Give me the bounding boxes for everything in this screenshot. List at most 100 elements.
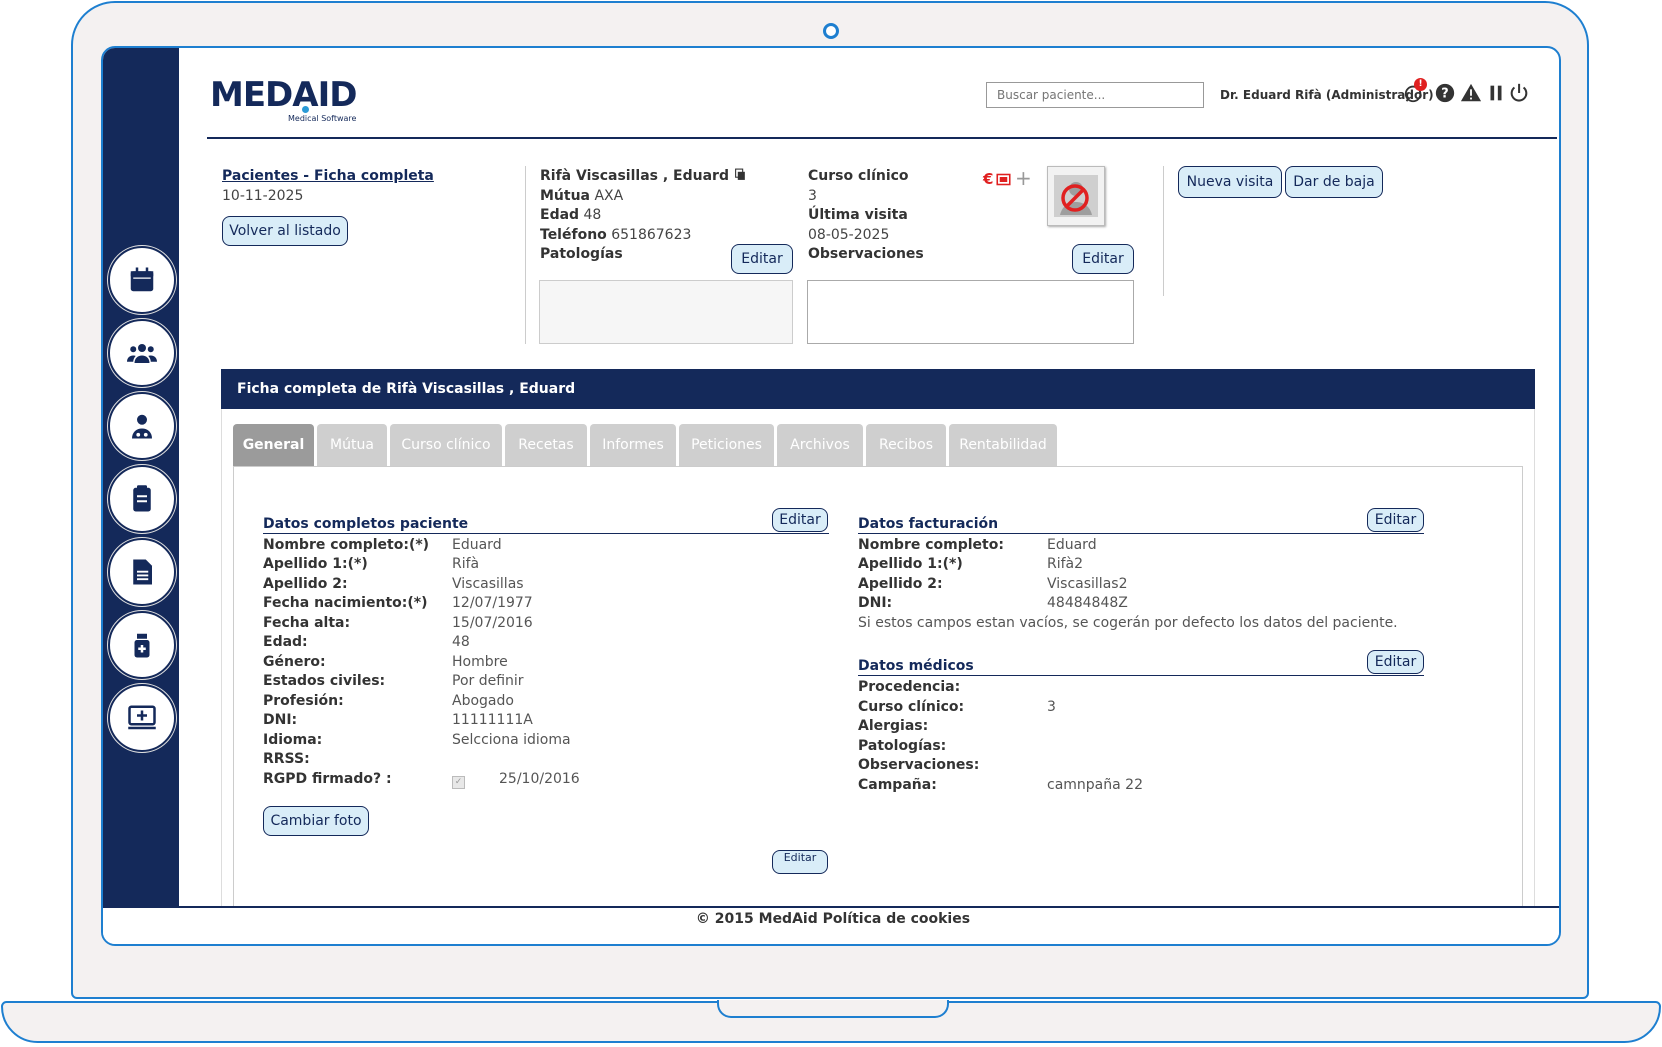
user-name: Dr. Eduard Rifà (Administrador) — [1220, 88, 1434, 102]
change-photo-button[interactable]: Cambiar foto — [263, 806, 369, 836]
edad-row: Edad 48 — [540, 207, 601, 223]
clipboard-icon — [133, 485, 151, 512]
pill-bottle-icon — [134, 633, 150, 658]
telefono-label: Teléfono — [540, 227, 607, 243]
field-label: Fecha alta: — [263, 615, 351, 631]
help-icon[interactable]: ? — [1434, 82, 1456, 104]
tab-peticiones[interactable]: Peticiones — [679, 424, 774, 466]
field-label: DNI: — [263, 712, 298, 728]
field-label: Apellido 1:(*) — [858, 556, 963, 572]
footer-text[interactable]: © 2015 MedAid Política de cookies — [103, 908, 1559, 927]
field-label: Fecha nacimiento:(*) — [263, 595, 428, 611]
field-label: Campaña: — [858, 777, 937, 793]
doctor-nav-button[interactable] — [108, 392, 176, 460]
field-value: Rifà — [452, 556, 480, 572]
edad-value: 48 — [583, 207, 602, 223]
copy-icon[interactable] — [734, 168, 747, 181]
field-label: Apellido 2: — [858, 576, 943, 592]
telemedicine-nav-button[interactable] — [108, 684, 176, 752]
tab-archivos[interactable]: Archivos — [777, 424, 863, 466]
panel-header: Ficha completa de Rifà Viscasillas , Edu… — [221, 369, 1535, 409]
current-date: 10-11-2025 — [222, 188, 304, 204]
field-value: Rifà2 — [1047, 556, 1084, 572]
patologias-textarea[interactable] — [539, 280, 793, 344]
add-plus-icon[interactable]: + — [1015, 166, 1032, 190]
patologias-label: Patologías — [540, 246, 623, 262]
telefono-row: Teléfono 651867623 — [540, 227, 691, 243]
field-label: Observaciones: — [858, 757, 980, 773]
field-value: camnpaña 22 — [1047, 777, 1143, 793]
pause-icon[interactable] — [1485, 82, 1507, 104]
field-label: Apellido 1:(*) — [263, 556, 368, 572]
footer: © 2015 MedAid Política de cookies — [103, 906, 1559, 944]
tab-recibos[interactable]: Recibos — [866, 424, 946, 466]
medication-nav-button[interactable] — [108, 611, 176, 679]
search-input[interactable] — [986, 82, 1204, 108]
rgpd-checkbox[interactable]: ✓ — [452, 776, 465, 789]
power-icon[interactable] — [1508, 82, 1530, 104]
mutua-value: AXA — [594, 188, 624, 204]
field-label: Procedencia: — [858, 679, 961, 695]
field-value: 11111111A — [452, 712, 533, 728]
field-label: RGPD firmado? : — [263, 771, 392, 787]
back-to-list-button[interactable]: Volver al listado — [222, 216, 348, 246]
tab-mutua[interactable]: Mútua — [317, 424, 387, 466]
patients-nav-button[interactable] — [108, 319, 176, 387]
svg-text:?: ? — [1441, 87, 1448, 102]
discharge-button[interactable]: Dar de baja — [1285, 166, 1383, 198]
edit-patient-data-button[interactable]: Editar — [772, 508, 828, 532]
curso-clinico-label: Curso clínico — [808, 168, 909, 184]
section-title-medicos: Datos médicos — [858, 658, 974, 674]
calendar-nav-button[interactable] — [108, 246, 176, 314]
patient-photo[interactable] — [1047, 166, 1105, 226]
brand-logo: MEDAID Medical Software — [210, 75, 357, 123]
new-visit-button[interactable]: Nueva visita — [1178, 166, 1282, 198]
field-label: Estados civiles: — [263, 673, 386, 689]
header-divider — [207, 137, 1557, 139]
field-label: DNI: — [858, 595, 893, 611]
field-value: Hombre — [452, 654, 508, 670]
section-divider — [858, 675, 1424, 676]
field-value: 48 — [452, 634, 470, 650]
observaciones-label: Observaciones — [808, 246, 924, 262]
curso-clinico-value: 3 — [808, 188, 817, 204]
field-label: Alergias: — [858, 718, 929, 734]
documents-nav-button[interactable] — [108, 538, 176, 606]
edad-label: Edad — [540, 207, 580, 223]
invoice-icon — [996, 173, 1011, 185]
edit-patient-button[interactable]: Editar — [731, 244, 793, 274]
camera-icon — [823, 23, 839, 39]
separator — [525, 166, 526, 344]
euro-icon: € — [983, 170, 994, 188]
tab-general[interactable]: General — [233, 424, 314, 466]
field-label: Nombre completo:(*) — [263, 537, 430, 553]
tab-curso-clinico[interactable]: Curso clínico — [390, 424, 502, 466]
observaciones-textarea[interactable] — [807, 280, 1134, 344]
field-value: Por definir — [452, 673, 524, 689]
telefono-value: 651867623 — [611, 227, 692, 243]
brand-name: MEDAID — [210, 75, 357, 115]
patient-name-row: Rifà Viscasillas , Eduard — [540, 168, 747, 184]
whatsapp-icon[interactable]: ! — [1403, 78, 1427, 104]
field-value: 25/10/2016 — [499, 771, 580, 787]
ultima-visita-label: Última visita — [808, 207, 908, 223]
page-title[interactable]: Pacientes - Ficha completa — [222, 168, 434, 184]
edit-observations-button[interactable]: Editar — [1072, 244, 1134, 274]
edit-billing-button[interactable]: Editar — [1367, 508, 1424, 532]
billing-alert[interactable]: € — [983, 170, 1011, 188]
section-title-facturacion: Datos facturación — [858, 516, 999, 532]
section-divider — [263, 533, 829, 534]
tab-recetas[interactable]: Recetas — [505, 424, 587, 466]
tab-rentabilidad[interactable]: Rentabilidad — [949, 424, 1057, 466]
field-label: Curso clínico: — [858, 699, 965, 715]
users-icon — [127, 344, 157, 363]
records-nav-button[interactable] — [108, 465, 176, 533]
tab-informes[interactable]: Informes — [590, 424, 676, 466]
field-label: Edad: — [263, 634, 308, 650]
brand-subtitle: Medical Software — [288, 114, 357, 123]
field-value: 15/07/2016 — [452, 615, 533, 631]
edit-medical-button[interactable]: Editar — [1367, 650, 1424, 674]
edit-partial-button[interactable]: Editar — [772, 850, 828, 874]
warning-icon[interactable] — [1460, 82, 1482, 104]
monitor-plus-icon — [128, 705, 156, 730]
